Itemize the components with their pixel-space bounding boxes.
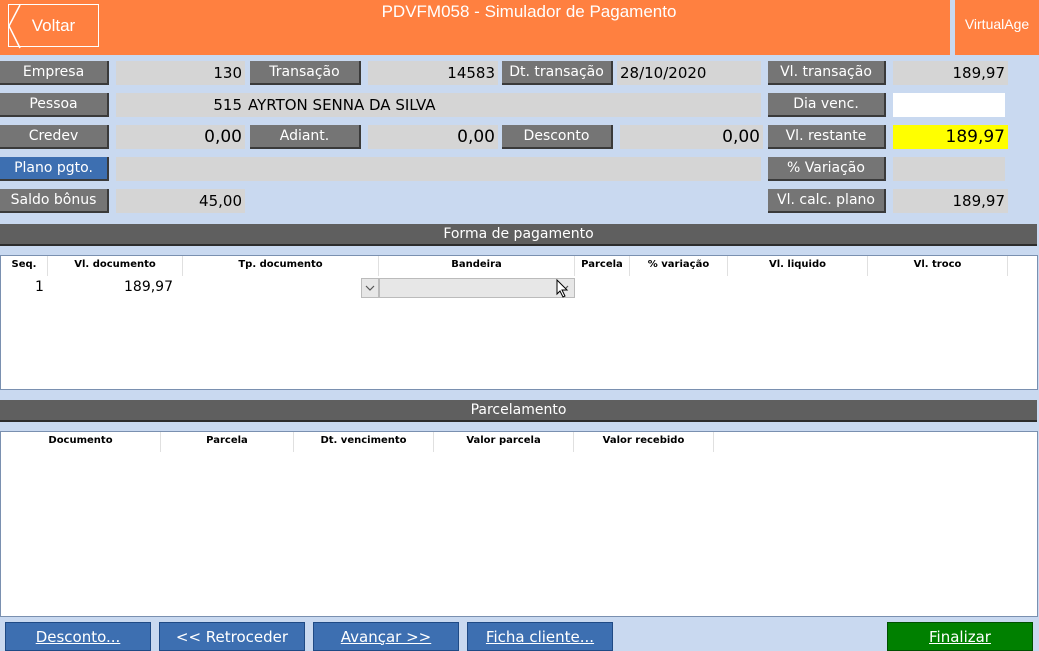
parcelamento-header: Parcelamento xyxy=(0,400,1037,422)
variacao-field[interactable] xyxy=(893,157,1005,181)
back-button-label: Voltar xyxy=(31,15,76,35)
avancar-button-label: Avançar >> xyxy=(340,627,432,646)
credev-field[interactable]: 0,00 xyxy=(116,125,245,149)
transacao-field[interactable]: 14583 xyxy=(368,61,498,85)
dia-venc-label[interactable]: Dia venc. xyxy=(768,93,886,117)
col-bandeira[interactable]: Bandeira xyxy=(379,256,575,276)
vl-calc-plano-label[interactable]: Vl. calc. plano xyxy=(768,189,886,213)
pessoa-name-field: AYRTON SENNA DA SILVA xyxy=(245,93,761,117)
row-seq: 1 xyxy=(35,279,44,295)
vl-calc-plano-field: 189,97 xyxy=(893,189,1008,213)
desconto-button-label: Desconto... xyxy=(35,627,121,646)
vl-transacao-label[interactable]: Vl. transação xyxy=(768,61,886,85)
vl-transacao-field: 189,97 xyxy=(893,61,1008,85)
mouse-cursor-icon xyxy=(556,279,569,298)
parcelamento-grid[interactable]: Documento Parcela Dt. vencimento Valor p… xyxy=(0,431,1038,617)
retroceder-button[interactable]: << Retroceder xyxy=(159,622,305,651)
col-valor-recebido[interactable]: Valor recebido xyxy=(574,432,714,452)
dt-transacao-field[interactable]: 28/10/2020 xyxy=(617,61,761,85)
col-variacao[interactable]: % variação xyxy=(630,256,728,276)
col-valor-parcela[interactable]: Valor parcela xyxy=(434,432,574,452)
col-parcela[interactable]: Parcela xyxy=(161,432,294,452)
avancar-button[interactable]: Avançar >> xyxy=(313,622,459,651)
desconto-button[interactable]: Desconto... xyxy=(5,622,151,651)
chevron-left-icon xyxy=(8,4,21,49)
saldo-bonus-label[interactable]: Saldo bônus xyxy=(0,189,109,213)
col-dt-vencimento[interactable]: Dt. vencimento xyxy=(294,432,434,452)
chevron-down-icon xyxy=(365,285,375,291)
col-parcela[interactable]: Parcela xyxy=(575,256,630,276)
ficha-cliente-button[interactable]: Ficha cliente... xyxy=(467,622,613,651)
pessoa-label[interactable]: Pessoa xyxy=(0,93,109,117)
page-title: PDVFM058 - Simulador de Pagamento xyxy=(381,2,677,21)
col-vl-liquido[interactable]: Vl. liquido xyxy=(728,256,868,276)
col-tp-documento[interactable]: Tp. documento xyxy=(183,256,379,276)
col-vl-troco[interactable]: Vl. troco xyxy=(868,256,1008,276)
desconto-field[interactable]: 0,00 xyxy=(620,125,763,149)
adiant-label[interactable]: Adiant. xyxy=(250,125,361,149)
bandeira-dropdown[interactable] xyxy=(379,278,575,298)
vl-restante-label[interactable]: Vl. restante xyxy=(768,125,886,149)
back-button[interactable]: Voltar xyxy=(8,4,99,49)
empresa-field[interactable]: 130 xyxy=(116,61,245,85)
variacao-label[interactable]: % Variação xyxy=(768,157,886,181)
finalizar-button[interactable]: Finalizar xyxy=(887,622,1033,651)
forma-pagamento-header: Forma de pagamento xyxy=(0,224,1037,246)
empresa-label[interactable]: Empresa xyxy=(0,61,109,85)
finalizar-button-label: Finalizar xyxy=(929,627,991,646)
dia-venc-field[interactable] xyxy=(893,93,1005,117)
col-vl-documento[interactable]: Vl. documento xyxy=(48,256,183,276)
row-vl-documento[interactable]: 189,97 xyxy=(124,279,173,295)
dt-transacao-label[interactable]: Dt. transação xyxy=(502,61,613,85)
brand-label: VirtualAge xyxy=(964,16,1030,32)
col-documento[interactable]: Documento xyxy=(1,432,161,452)
desconto-label[interactable]: Desconto xyxy=(502,125,613,149)
plano-pgto-field[interactable] xyxy=(116,157,761,181)
transacao-label[interactable]: Transação xyxy=(250,61,361,85)
plano-pgto-label[interactable]: Plano pgto. xyxy=(0,157,109,181)
tp-documento-dropdown[interactable] xyxy=(361,278,379,298)
ficha-cliente-button-label: Ficha cliente... xyxy=(485,627,595,646)
vl-restante-field: 189,97 xyxy=(893,125,1008,149)
forma-pagamento-grid[interactable]: Seq. Vl. documento Tp. documento Bandeir… xyxy=(0,255,1038,390)
col-seq[interactable]: Seq. xyxy=(1,256,48,276)
adiant-field[interactable]: 0,00 xyxy=(368,125,498,149)
pessoa-code-field[interactable]: 515 xyxy=(116,93,245,117)
retroceder-button-label: << Retroceder xyxy=(175,627,289,646)
credev-label[interactable]: Credev xyxy=(0,125,109,149)
saldo-bonus-field: 45,00 xyxy=(116,189,245,213)
